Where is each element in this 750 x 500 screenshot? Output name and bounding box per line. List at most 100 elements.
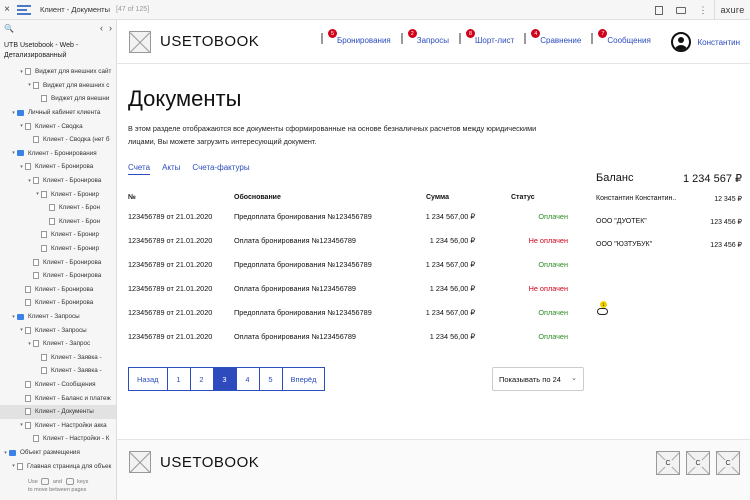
nav-item[interactable]: 8 Шорт-лист xyxy=(459,29,515,46)
sidebar-item-label: Личный кабинет клиента xyxy=(28,109,101,117)
sidebar-item[interactable]: Клиент - Бронирова xyxy=(0,255,116,269)
sidebar-item[interactable]: Клиент - Документы xyxy=(0,405,116,419)
expand-arrow-icon[interactable]: ▾ xyxy=(2,450,9,456)
sidebar-item[interactable]: Клиент - Брон xyxy=(0,201,116,215)
page-icon xyxy=(33,272,39,280)
sidebar-item-label: Клиент - Бронир xyxy=(51,245,99,253)
sidebar-item[interactable]: Клиент - Бронирова xyxy=(0,296,116,310)
sidebar-item[interactable]: ▾ Объект размещения xyxy=(0,446,116,460)
table-row[interactable]: 123456789 от 21.01.2020 Предоплата бронир… xyxy=(128,204,568,228)
sidebar-item-label: Клиент - Бронирова xyxy=(43,258,102,266)
page-button[interactable]: 4 xyxy=(236,368,260,390)
sidebar-item[interactable]: ▾ Главная страница для объек xyxy=(0,459,116,473)
close-icon[interactable]: × xyxy=(0,4,14,15)
expand-arrow-icon[interactable]: ▾ xyxy=(26,82,33,88)
expand-arrow-icon[interactable]: ▾ xyxy=(10,150,17,156)
nav-label: Шорт-лист xyxy=(475,35,515,45)
table-row[interactable]: 123456789 от 21.01.2020 Оплата бронирован… xyxy=(128,276,568,300)
table-row[interactable]: 123456789 от 21.01.2020 Оплата бронирован… xyxy=(128,324,568,348)
sidebar-item[interactable]: ▾ Клиент - Запрос xyxy=(0,337,116,351)
sidebar-item[interactable]: Клиент - Сообщения xyxy=(0,378,116,392)
expand-arrow-icon[interactable]: ▾ xyxy=(34,191,41,197)
nav-item[interactable]: 7 Сообщения xyxy=(591,29,651,46)
sidebar-item-label: Клиент - Бронир xyxy=(51,231,99,239)
document-number[interactable]: 123456789 от 21.01.2020 xyxy=(128,276,234,300)
sidebar-item[interactable]: ▾ Клиент - Запросы xyxy=(0,310,116,324)
expand-arrow-icon[interactable]: ▾ xyxy=(26,341,33,347)
expand-arrow-icon[interactable]: ▾ xyxy=(10,314,17,320)
sidebar-item[interactable]: ▾ Клиент - Бронир xyxy=(0,187,116,201)
sidebar-item[interactable]: ▾ Личный кабинет клиента xyxy=(0,106,116,120)
sidebar-item-label: Клиент - Бронирова xyxy=(35,285,94,293)
social-placeholder-icon[interactable]: C xyxy=(716,451,740,475)
footer-logo[interactable]: USETOBOOK xyxy=(160,454,259,471)
expand-arrow-icon[interactable]: ▾ xyxy=(26,178,33,184)
tab-item[interactable]: Счета-фактуры xyxy=(192,163,249,175)
document-number[interactable]: 123456789 от 21.01.2020 xyxy=(128,204,234,228)
sidebar-item[interactable]: Клиент - Настройки - К xyxy=(0,432,116,446)
sidebar-item[interactable]: Клиент - Заявка - xyxy=(0,351,116,365)
expand-arrow-icon[interactable]: ▾ xyxy=(18,164,25,170)
sidebar-item[interactable]: ▾ Клиент - Бронирования xyxy=(0,147,116,161)
expand-arrow-icon[interactable]: ▾ xyxy=(18,69,25,75)
document-number[interactable]: 123456789 от 21.01.2020 xyxy=(128,228,234,252)
social-placeholder-icon[interactable]: C xyxy=(656,451,680,475)
expand-arrow-icon[interactable]: ▾ xyxy=(10,110,17,116)
sidebar-item[interactable]: Клиент - Бронир xyxy=(0,242,116,256)
nav-item[interactable]: 2 Запросы xyxy=(400,29,449,46)
sidebar-item[interactable]: Клиент - Бронирова xyxy=(0,269,116,283)
expand-arrow-icon[interactable]: ▾ xyxy=(18,123,25,129)
sidebar-item[interactable]: Виджет для внешни xyxy=(0,92,116,106)
sidebar-item[interactable]: ▾ Клиент - Бронирова xyxy=(0,174,116,188)
user-menu[interactable]: Константин xyxy=(671,32,740,52)
annotation-note-icon[interactable]: 1 xyxy=(597,301,609,317)
sidebar: 🔍 ‹ › UTB Usetobook - Web - Детализирова… xyxy=(0,20,117,500)
sidebar-item[interactable]: Клиент - Бронир xyxy=(0,228,116,242)
table-row[interactable]: 123456789 от 21.01.2020 Предоплата бронир… xyxy=(128,252,568,276)
nav-item[interactable]: 5 Бронирования xyxy=(321,29,391,46)
sidebar-item[interactable]: Клиент - Брон xyxy=(0,215,116,229)
prev-page-icon[interactable]: ‹ xyxy=(100,23,103,33)
document-number[interactable]: 123456789 от 21.01.2020 xyxy=(128,300,234,324)
sidebar-item[interactable]: ▾ Виджет для внешних сайт xyxy=(0,65,116,79)
sidebar-item[interactable]: ▾ Клиент - Бронирова xyxy=(0,160,116,174)
nav-label: Сравнение xyxy=(540,35,582,45)
page-button[interactable]: Назад xyxy=(129,368,168,390)
page-button[interactable]: 2 xyxy=(190,368,214,390)
logo-placeholder-icon[interactable] xyxy=(129,30,151,53)
expand-arrow-icon[interactable]: ▾ xyxy=(18,422,25,428)
sidebar-item[interactable]: ▾ Клиент - Сводка xyxy=(0,119,116,133)
nav-item[interactable]: 4 Сравнение xyxy=(524,29,582,46)
search-icon[interactable]: 🔍 xyxy=(4,24,14,33)
table-row[interactable]: 123456789 от 21.01.2020 Оплата бронирован… xyxy=(128,228,568,252)
sidebar-item[interactable]: Клиент - Бронирова xyxy=(0,283,116,297)
sidebar-item[interactable]: Клиент - Баланс и платеж xyxy=(0,391,116,405)
expand-arrow-icon[interactable]: ▾ xyxy=(10,463,17,469)
sidebar-item-label: Клиент - Запросы xyxy=(28,313,80,321)
page-button[interactable]: Вперёд xyxy=(282,368,325,390)
sidebar-item[interactable]: ▾ Клиент - Запросы xyxy=(0,323,116,337)
sitemap-menu-icon[interactable] xyxy=(17,4,31,15)
next-page-icon[interactable]: › xyxy=(109,23,112,33)
notes-icon[interactable] xyxy=(648,0,670,20)
comments-icon[interactable] xyxy=(670,0,692,20)
more-icon[interactable]: ⋮ xyxy=(692,0,714,20)
expand-arrow-icon[interactable]: ▾ xyxy=(18,327,25,333)
table-row[interactable]: 123456789 от 21.01.2020 Предоплата бронир… xyxy=(128,300,568,324)
sidebar-item[interactable]: Клиент - Заявка - xyxy=(0,364,116,378)
document-number[interactable]: 123456789 от 21.01.2020 xyxy=(128,252,234,276)
page-button[interactable]: 3 xyxy=(213,368,237,390)
site-logo[interactable]: USETOBOOK xyxy=(160,33,259,50)
sidebar-item-label: Клиент - Сообщения xyxy=(35,381,96,389)
sidebar-item[interactable]: Клиент - Сводка (нет б xyxy=(0,133,116,147)
page-button[interactable]: 1 xyxy=(167,368,191,390)
sidebar-item[interactable]: ▾ Клиент - Настройки акка xyxy=(0,419,116,433)
page-button[interactable]: 5 xyxy=(259,368,283,390)
tab-item[interactable]: Акты xyxy=(162,163,180,175)
tab-item[interactable]: Счета xyxy=(128,163,151,175)
balance-row: Константин Константин.. 12 345 ₽ xyxy=(596,193,742,216)
sidebar-item[interactable]: ▾ Виджет для внешних с xyxy=(0,79,116,93)
social-placeholder-icon[interactable]: C xyxy=(686,451,710,475)
document-number[interactable]: 123456789 от 21.01.2020 xyxy=(128,324,234,348)
per-page-select[interactable]: Показывать по 24 ⌄ xyxy=(492,367,584,391)
